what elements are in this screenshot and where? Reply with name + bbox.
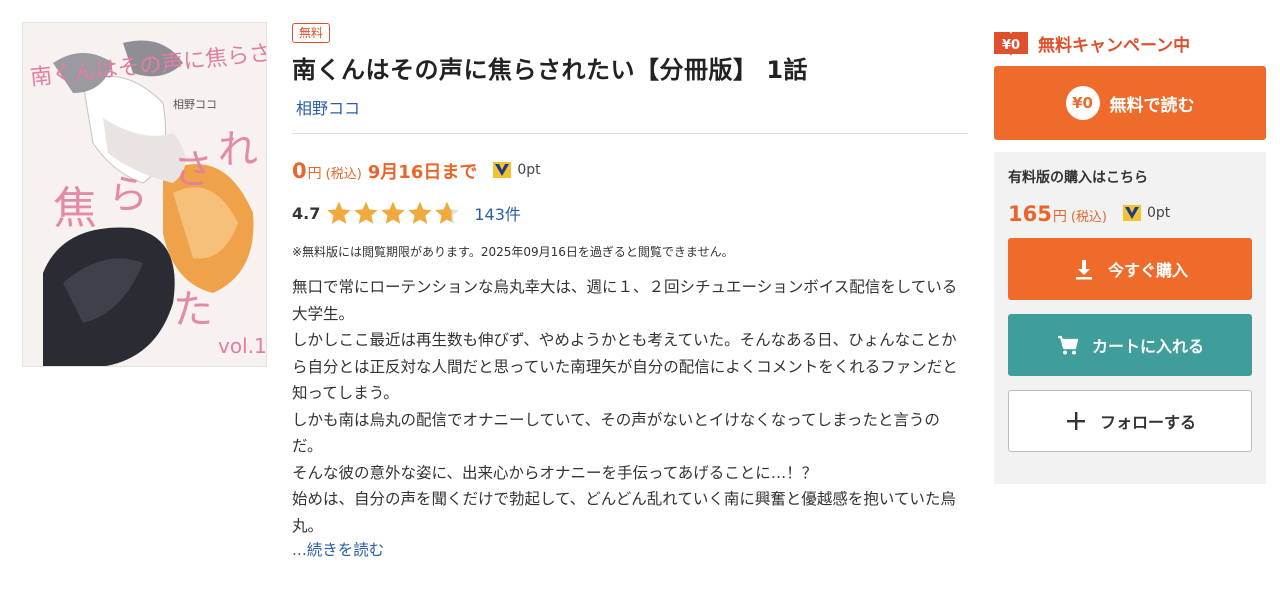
read-free-button[interactable]: ¥0 無料で読む	[994, 66, 1266, 140]
cover-volume-text: vol.1	[218, 334, 267, 358]
star-icon	[354, 201, 379, 224]
divider	[292, 133, 968, 134]
svg-text:さ: さ	[173, 147, 213, 193]
paid-points: 0pt	[1123, 205, 1170, 221]
purchase-panel: ¥0 無料キャンペーン中 ¥0 無料で読む 有料版の購入はこちら 165 円 (…	[994, 26, 1266, 484]
star-icon	[327, 201, 352, 224]
paid-heading: 有料版の購入はこちら	[1008, 170, 1148, 186]
read-more-link[interactable]: ...続きを読む	[292, 539, 384, 561]
points-value: 0pt	[517, 162, 541, 178]
read-free-label: 無料で読む	[1109, 95, 1195, 116]
description-paragraph: そんな彼の意外な姿に、出来心からオナニーを手伝ってあげることに…！？	[292, 463, 818, 482]
page-title: 南くんはその声に焦らされたい【分冊版】 1話	[292, 56, 809, 84]
svg-text:れ: れ	[218, 127, 258, 173]
follow-button[interactable]: フォローする	[1008, 390, 1252, 452]
svg-text:た: た	[173, 287, 213, 333]
description-paragraph: 無口で常にローテンションな烏丸幸大は、週に１、２回シチュエーションボイス配信をし…	[292, 278, 958, 323]
point-v-icon	[1123, 205, 1141, 221]
author-link[interactable]: 相野ココ	[296, 99, 968, 119]
campaign-text: 無料キャンペーン中	[1038, 35, 1191, 56]
buy-now-label: 今すぐ購入	[1107, 261, 1188, 280]
description: 無口で常にローテンションな烏丸幸大は、週に１、２回シチュエーションボイス配信をし…	[292, 274, 968, 539]
svg-text:ら: ら	[108, 172, 148, 218]
paid-yen: 円	[1052, 209, 1067, 225]
free-yen-icon: ¥0	[1065, 86, 1100, 120]
expiry-notice: ※無料版には閲覧期限があります。2025年09月16日を過ぎると閲覧できません。	[292, 245, 734, 259]
add-to-cart-label: カートに入れる	[1091, 337, 1204, 356]
add-to-cart-button[interactable]: カートに入れる	[1008, 314, 1252, 376]
star-rating	[326, 200, 460, 226]
price-yen: 円	[307, 166, 322, 182]
plus-icon	[1066, 412, 1085, 430]
points: 0pt	[493, 162, 541, 178]
paid-amount: 165	[1008, 202, 1052, 226]
point-v-icon	[493, 162, 512, 178]
description-paragraph: しかも南は烏丸の配信でオナニーしていて、その声がないとイけなくなってしまったと言…	[292, 410, 940, 456]
follow-label: フォローする	[1099, 413, 1196, 432]
product-info: 無料 南くんはその声に焦らされたい【分冊版】 1話 相野ココ 0 円 (税込) …	[292, 22, 968, 561]
price-until: 9月16日まで	[367, 162, 478, 183]
paid-points-value: 0pt	[1147, 205, 1171, 221]
star-icon	[381, 201, 406, 224]
description-paragraph: 始めは、自分の声を聞くだけで勃起して、どんどん乱れていく南に興奮と優越感を抱いて…	[292, 490, 956, 535]
description-paragraph: しかしここ最近は再生数も伸びず、やめようかとも考えていた。そんなある日、ひょんな…	[292, 331, 958, 402]
star-icon	[408, 201, 433, 224]
buy-now-button[interactable]: 今すぐ購入	[1008, 238, 1252, 300]
cart-icon	[1057, 335, 1079, 355]
price-amount: 0	[292, 159, 307, 183]
paid-price-row: 165 円 (税込) 0pt	[1008, 202, 1252, 226]
paid-tax: (税込)	[1070, 210, 1107, 225]
rating-score: 4.7	[292, 203, 321, 223]
free-tag-icon: ¥0	[994, 32, 1028, 56]
review-count-link[interactable]: 143件	[474, 201, 521, 225]
campaign-tag-text: ¥0	[1002, 38, 1020, 53]
svg-text:焦: 焦	[53, 183, 97, 234]
book-cover[interactable]: 南くんはその声に焦らされたい 相野ココ 焦 ら さ れ た vol.1	[22, 22, 267, 367]
cover-illustration: 南くんはその声に焦らされたい 相野ココ 焦 ら さ れ た vol.1	[23, 23, 267, 366]
rating-row: 4.7 143件	[292, 200, 968, 226]
cover-author-text: 相野ココ	[173, 98, 217, 111]
price-row: 0 円 (税込) 9月16日まで 0pt	[292, 158, 968, 184]
free-badge: 無料	[292, 23, 331, 43]
download-icon	[1075, 260, 1092, 280]
campaign-banner: ¥0 無料キャンペーン中	[994, 26, 1266, 60]
star-icon	[435, 201, 460, 224]
price-tax: (税込)	[325, 167, 362, 182]
paid-purchase-box: 有料版の購入はこちら 165 円 (税込) 0pt 今すぐ購入 カートに入れる …	[994, 152, 1266, 484]
